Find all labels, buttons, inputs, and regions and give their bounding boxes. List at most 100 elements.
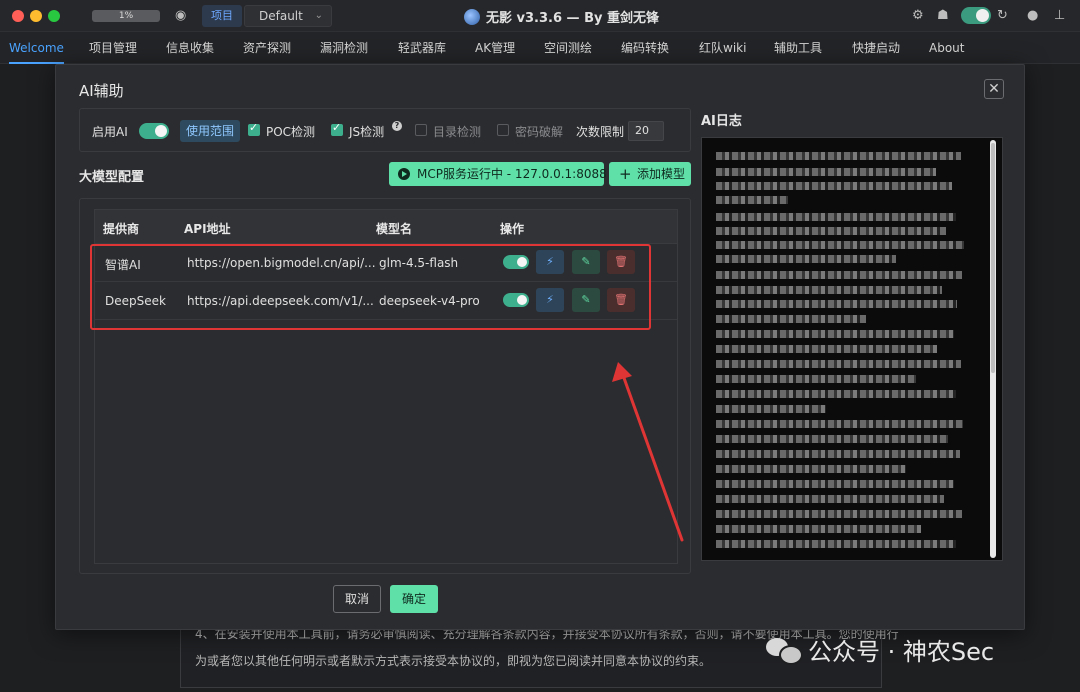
log-line — [716, 390, 956, 398]
col-model: 模型名 — [376, 222, 413, 236]
app-title-text: 无影 v3.3.6 — By 重剑无锋 — [486, 11, 659, 26]
enable-ai-label: 启用AI — [92, 125, 128, 139]
col-provider: 提供商 — [103, 222, 140, 236]
log-line — [716, 375, 916, 383]
log-line — [716, 465, 906, 473]
add-model-button[interactable]: + 添加模型 — [609, 162, 691, 186]
log-line — [716, 196, 788, 204]
dialog-title: AI辅助 — [79, 82, 124, 100]
log-line — [716, 213, 956, 221]
plus-icon: + — [619, 165, 632, 183]
log-line — [716, 345, 937, 353]
ai-assist-dialog: AI辅助 ✕ 启用AI 使用范围 POC检测 JS检测 ? 目录检测 密码破解 … — [55, 64, 1025, 630]
log-line — [716, 495, 944, 503]
log-line — [716, 152, 961, 160]
col-actions: 操作 — [500, 222, 525, 236]
log-line — [716, 360, 961, 368]
github-icon[interactable]: ● — [1027, 8, 1038, 24]
ai-log-panel — [701, 137, 1003, 561]
app-logo-icon — [464, 9, 480, 25]
theme-toggle[interactable] — [961, 7, 991, 24]
menu-space[interactable]: 空间测绘 — [544, 32, 592, 64]
menu-asset[interactable]: 资产探测 — [243, 32, 291, 64]
col-api: API地址 — [184, 222, 231, 236]
refresh-icon[interactable]: ↻ — [997, 8, 1008, 24]
log-line — [716, 510, 962, 518]
gear-icon[interactable]: ⚙ — [912, 8, 924, 24]
dir-label: 目录检测 — [433, 125, 482, 139]
chevron-down-icon: ⌄ — [314, 10, 323, 21]
log-line — [716, 405, 826, 413]
title-bar: 1% ◉ 项目 Default ⌄ 无影 v3.3.6 — By 重剑无锋 ⚙ … — [0, 0, 1080, 32]
cancel-button[interactable]: 取消 — [333, 585, 381, 613]
app-title: 无影 v3.3.6 — By 重剑无锋 — [464, 7, 659, 26]
agreement-line: 为或者您以其他任何明示或者默示方式表示接受本协议的，即视为您已阅读并同意本协议的… — [195, 654, 712, 668]
log-title: AI日志 — [701, 114, 742, 129]
log-line — [716, 241, 964, 249]
menu-about[interactable]: About — [929, 32, 964, 64]
minimize-window-button[interactable] — [30, 10, 42, 22]
log-line — [716, 480, 954, 488]
pwd-label: 密码破解 — [515, 125, 564, 139]
log-line — [716, 182, 952, 190]
log-line — [716, 525, 921, 533]
menu-tools[interactable]: 辅助工具 — [774, 32, 822, 64]
log-line — [716, 330, 954, 338]
log-line — [716, 540, 956, 548]
project-select-value: Default — [259, 9, 303, 23]
dir-checkbox[interactable] — [415, 124, 427, 136]
watermark: 公众号 · 神农Sec — [766, 632, 994, 667]
mcp-service-label: MCP服务运行中 - 127.0.0.1:8088 — [417, 167, 607, 181]
table-header: 提供商 API地址 模型名 操作 — [95, 210, 677, 244]
project-select[interactable]: Default ⌄ — [244, 5, 332, 27]
menu-vuln[interactable]: 漏洞检测 — [320, 32, 368, 64]
log-line — [716, 168, 936, 176]
limit-input[interactable]: 20 — [628, 121, 664, 141]
poc-checkbox[interactable] — [248, 121, 260, 136]
limit-label: 次数限制 — [576, 125, 625, 139]
log-line — [716, 450, 960, 458]
log-line — [716, 435, 948, 443]
section-title: 大模型配置 — [79, 170, 145, 185]
close-window-button[interactable] — [12, 10, 24, 22]
log-line — [716, 255, 896, 263]
maximize-window-button[interactable] — [48, 10, 60, 22]
main-menu: Welcome 项目管理 信息收集 资产探测 漏洞检测 轻武器库 AK管理 空间… — [0, 32, 1080, 64]
js-label: JS检测 — [349, 125, 385, 139]
menu-welcome[interactable]: Welcome — [9, 32, 64, 64]
mcp-service-button[interactable]: MCP服务运行中 - 127.0.0.1:8088 — [389, 162, 607, 186]
play-icon — [398, 168, 410, 180]
log-line — [716, 227, 946, 235]
log-line — [716, 420, 963, 428]
pwd-checkbox[interactable] — [497, 124, 509, 136]
highlight-annotation — [90, 244, 651, 330]
confirm-button[interactable]: 确定 — [390, 585, 438, 613]
enable-ai-toggle[interactable] — [139, 123, 169, 139]
menu-launch[interactable]: 快捷启动 — [852, 32, 900, 64]
menu-wiki[interactable]: 红队wiki — [699, 32, 746, 64]
menu-ak[interactable]: AK管理 — [475, 32, 515, 64]
pin-icon[interactable]: ⊥ — [1054, 8, 1065, 24]
log-line — [716, 300, 957, 308]
log-line — [716, 315, 866, 323]
scope-button[interactable]: 使用范围 — [180, 120, 240, 142]
ai-settings-bar: 启用AI 使用范围 POC检测 JS检测 ? 目录检测 密码破解 次数限制 20 — [79, 108, 691, 152]
log-line — [716, 286, 942, 294]
log-scrollbar-thumb[interactable] — [991, 143, 995, 373]
target-icon[interactable]: ◉ — [175, 8, 186, 24]
progress-indicator: 1% — [92, 10, 160, 22]
add-model-label: 添加模型 — [637, 167, 686, 181]
menu-info[interactable]: 信息收集 — [166, 32, 214, 64]
wechat-icon — [766, 636, 803, 665]
menu-arsenal[interactable]: 轻武器库 — [398, 32, 446, 64]
poc-label: POC检测 — [266, 125, 316, 139]
project-label: 项目 — [202, 5, 242, 27]
js-checkbox[interactable] — [331, 121, 343, 136]
menu-project[interactable]: 项目管理 — [89, 32, 137, 64]
close-icon[interactable]: ✕ — [984, 79, 1004, 99]
watermark-text: 公众号 · 神农Sec — [808, 638, 995, 666]
menu-encode[interactable]: 编码转换 — [621, 32, 669, 64]
robot-icon[interactable]: ☗ — [937, 8, 949, 24]
help-icon[interactable]: ? — [392, 121, 402, 131]
log-line — [716, 271, 962, 279]
